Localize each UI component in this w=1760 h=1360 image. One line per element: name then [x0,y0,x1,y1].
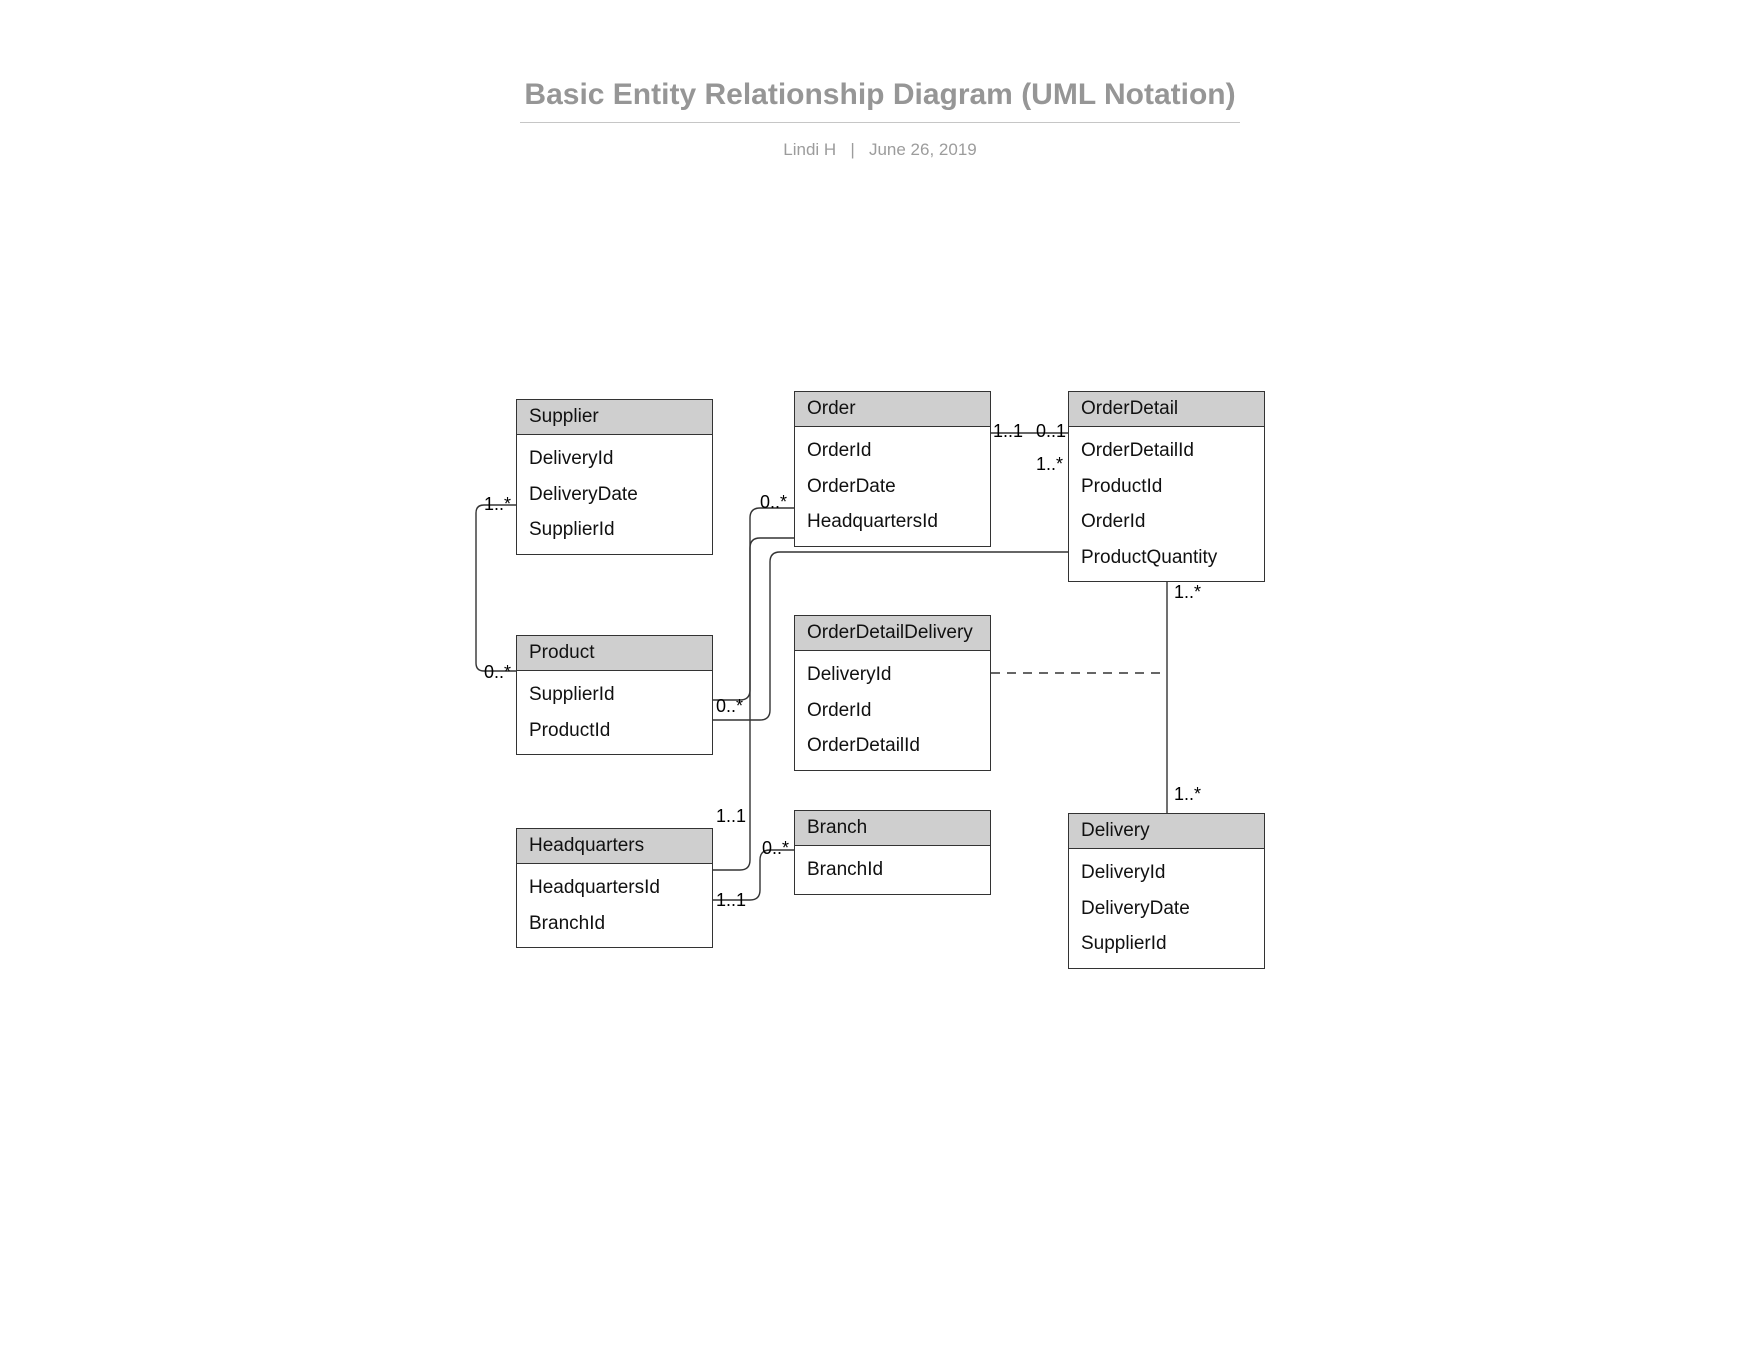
field: OrderDetailId [1069,433,1264,469]
field: HeadquartersId [517,870,712,906]
field: DeliveryId [1069,855,1264,891]
entity-delivery: Delivery DeliveryId DeliveryDate Supplie… [1068,813,1265,969]
field: DeliveryDate [1069,891,1264,927]
title-rule [520,122,1240,123]
entity-body: DeliveryId DeliveryDate SupplierId [1069,849,1264,968]
field: SupplierId [1069,926,1264,962]
mult-hq-righttop: 1..1 [716,806,746,827]
mult-orderdetail-left: 0..1 [1036,421,1066,442]
field: OrderDate [795,469,990,505]
mult-product-right: 0..* [716,696,743,717]
entity-orderdetaildelivery: OrderDetailDelivery DeliveryId OrderId O… [794,615,991,771]
entity-header: OrderDetailDelivery [795,616,990,651]
field: BranchId [517,906,712,942]
entity-branch: Branch BranchId [794,810,991,895]
entity-supplier: Supplier DeliveryId DeliveryDate Supplie… [516,399,713,555]
mult-delivery-top: 1..* [1174,784,1201,805]
field: SupplierId [517,512,712,548]
entity-body: DeliveryId DeliveryDate SupplierId [517,435,712,554]
author-label: Lindi H [783,140,836,159]
entity-body: SupplierId ProductId [517,671,712,754]
field: OrderId [1069,504,1264,540]
field: DeliveryId [517,441,712,477]
entity-header: Branch [795,811,990,846]
mult-orderdetail-righttop: 1..* [1036,454,1063,475]
entity-orderdetail: OrderDetail OrderDetailId ProductId Orde… [1068,391,1265,582]
entity-body: DeliveryId OrderId OrderDetailId [795,651,990,770]
field: ProductId [1069,469,1264,505]
entity-header: Headquarters [517,829,712,864]
entity-body: BranchId [795,846,990,894]
separator: | [850,140,854,159]
field: OrderId [795,433,990,469]
entity-header: Product [517,636,712,671]
mult-order-left: 0..* [760,492,787,513]
entity-header: Delivery [1069,814,1264,849]
field: ProductQuantity [1069,540,1264,576]
field: OrderDetailId [795,728,990,764]
field: ProductId [517,713,712,749]
field: SupplierId [517,677,712,713]
field: BranchId [795,852,990,888]
mult-product-left: 0..* [484,662,511,683]
entity-header: Order [795,392,990,427]
mult-branch-left: 0..* [762,838,789,859]
page-subtitle: Lindi H | June 26, 2019 [783,140,976,160]
field: HeadquartersId [795,504,990,540]
entity-header: Supplier [517,400,712,435]
entity-body: OrderDetailId ProductId OrderId ProductQ… [1069,427,1264,581]
entity-body: HeadquartersId BranchId [517,864,712,947]
mult-hq-rightbot: 1..1 [716,890,746,911]
mult-supplier-right: 1..* [484,494,511,515]
entity-header: OrderDetail [1069,392,1264,427]
field: DeliveryDate [517,477,712,513]
mult-orderdetail-bottom: 1..* [1174,582,1201,603]
diagram-canvas: { "header": { "title": "Basic Entity Rel… [0,0,1760,1360]
page-title: Basic Entity Relationship Diagram (UML N… [524,78,1235,112]
field: DeliveryId [795,657,990,693]
mult-order-right: 1..1 [993,421,1023,442]
entity-body: OrderId OrderDate HeadquartersId [795,427,990,546]
field: OrderId [795,693,990,729]
date-label: June 26, 2019 [869,140,977,159]
entity-headquarters: Headquarters HeadquartersId BranchId [516,828,713,948]
entity-order: Order OrderId OrderDate HeadquartersId [794,391,991,547]
entity-product: Product SupplierId ProductId [516,635,713,755]
